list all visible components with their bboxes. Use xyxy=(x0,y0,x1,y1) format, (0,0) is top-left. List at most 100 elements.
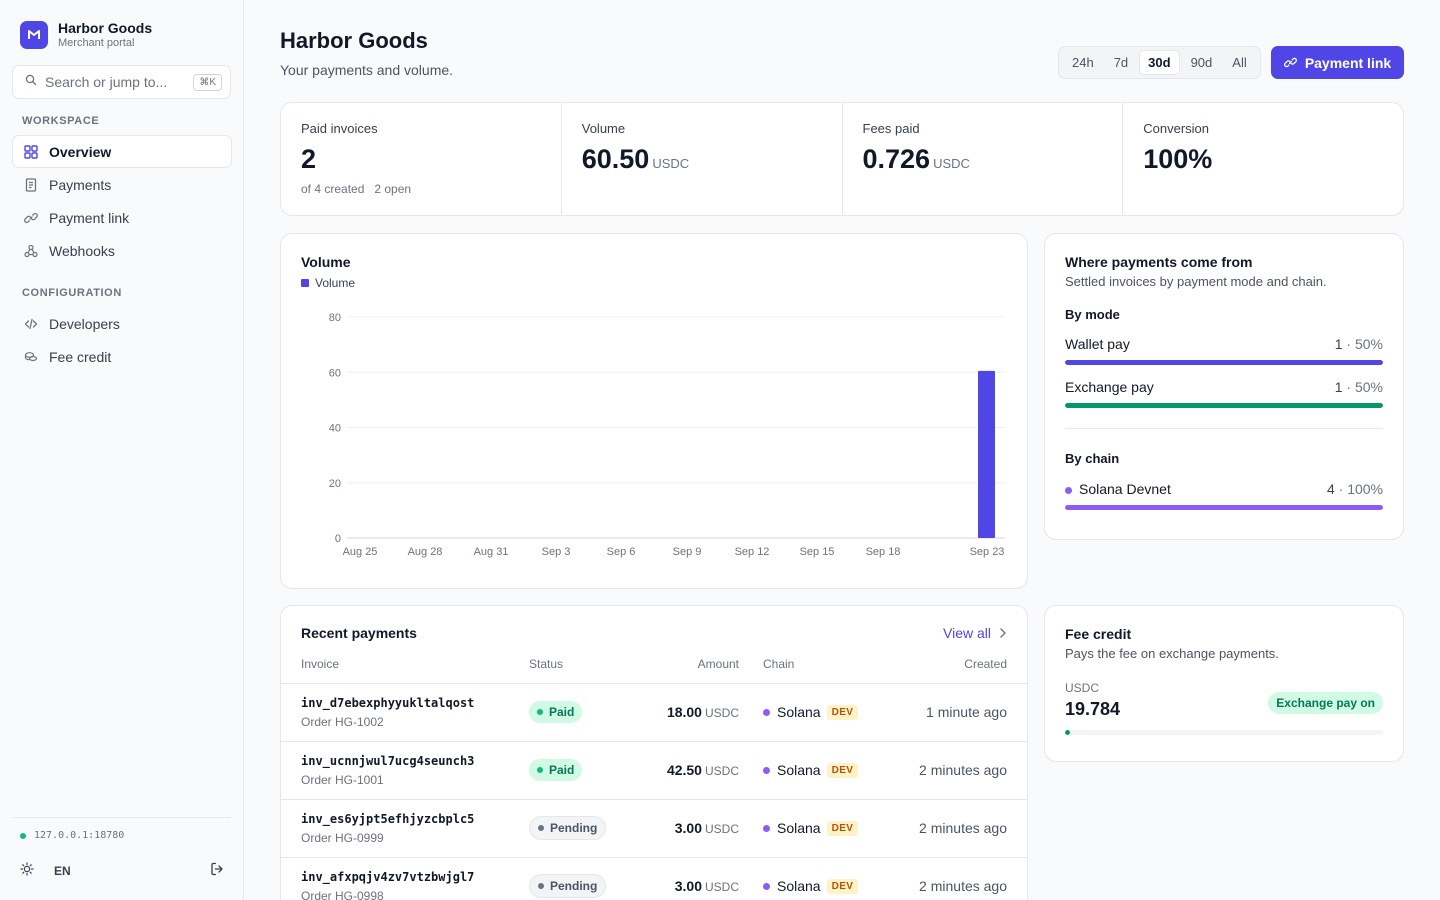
exchange-pay-badge: Exchange pay on xyxy=(1268,692,1383,714)
table-row[interactable]: inv_es6yjpt5efhjyzcbplc5 Order HG-0999 Pe… xyxy=(281,798,1027,857)
stat-fees-paid: Fees paid 0.726 USDC xyxy=(843,103,1124,215)
brand[interactable]: Harbor Goods Merchant portal xyxy=(20,20,152,50)
amount-value: 3.00 xyxy=(674,878,702,895)
mode-bar-track xyxy=(1065,360,1383,365)
sidebar-item-label: Fee credit xyxy=(49,348,112,365)
payments-table: Invoice Status Amount Chain Created inv_… xyxy=(281,655,1027,900)
sidebar-footer: EN xyxy=(20,862,224,879)
payment-link-label: Payment link xyxy=(1304,54,1392,71)
sun-icon[interactable] xyxy=(20,862,34,879)
search-input[interactable] xyxy=(45,74,194,90)
nav-section-workspace: WORKSPACE xyxy=(22,115,100,127)
language-toggle[interactable]: EN xyxy=(54,864,71,878)
y-tick-label: 0 xyxy=(335,533,341,545)
sources-title: Where payments come from xyxy=(1065,254,1253,270)
chart-legend: Volume xyxy=(301,276,1007,290)
mode-bar-fill xyxy=(1065,403,1383,408)
sidebar-item-payment-link[interactable]: Payment link xyxy=(12,201,232,234)
sidebar-item-fee-credit[interactable]: Fee credit xyxy=(12,340,232,373)
stat-volume: Volume 60.50 USDC xyxy=(562,103,843,215)
chain-stat: 4 · 100% xyxy=(1326,481,1383,497)
dev-tag: DEV xyxy=(826,762,859,778)
view-all-label: View all xyxy=(943,625,991,641)
created-time: 1 minute ago xyxy=(879,682,1027,741)
chevron-right-icon xyxy=(1000,628,1006,638)
y-tick-label: 40 xyxy=(329,423,341,435)
invoice-order: Order HG-0999 xyxy=(301,830,384,845)
sources-description: Settled invoices by payment mode and cha… xyxy=(1065,274,1327,289)
chain-name: Solana Devnet xyxy=(1079,481,1171,497)
x-tick-label: Sep 18 xyxy=(866,546,901,558)
chain-name: Solana xyxy=(777,762,821,778)
table-row[interactable]: inv_afxpqjv4zv7vtzbwjgl7 Order HG-0998 Pe… xyxy=(281,856,1027,900)
brand-subtitle: Merchant portal xyxy=(58,37,135,49)
sources-divider xyxy=(1065,428,1383,429)
x-tick-label: Sep 15 xyxy=(800,546,835,558)
link-icon xyxy=(23,210,39,226)
range-7d[interactable]: 7d xyxy=(1105,50,1137,75)
stat-open: 2 open xyxy=(374,182,412,196)
stat-value: 2 xyxy=(301,144,317,174)
stat-unit: USDC xyxy=(933,156,970,171)
stat-value: 60.50 USDC xyxy=(582,142,822,181)
fee-credit-card: Fee credit Pays the fee on exchange paym… xyxy=(1044,605,1404,762)
coins-icon xyxy=(23,349,39,365)
range-24h[interactable]: 24h xyxy=(1063,50,1103,75)
fee-credit-value: 19.784 xyxy=(1065,699,1121,719)
range-30d[interactable]: 30d xyxy=(1139,50,1180,75)
chain-label: Solana Devnet xyxy=(1065,481,1171,497)
stat-unit: USDC xyxy=(652,156,690,171)
invoice-id: inv_d7ebexphyyukltalqost xyxy=(301,695,475,710)
chain-bar-fill xyxy=(1065,505,1383,510)
table-header-row: Invoice Status Amount Chain Created xyxy=(281,655,1027,683)
y-tick-label: 20 xyxy=(329,478,341,490)
chain-pct: 100% xyxy=(1347,481,1383,497)
mode-stat: 1 · 50% xyxy=(1334,336,1383,352)
sidebar: Harbor Goods Merchant portal ⌘K WORKSPAC… xyxy=(0,0,244,900)
mode-pct: 50% xyxy=(1354,336,1383,352)
sidebar-item-developers[interactable]: Developers xyxy=(12,307,232,340)
fee-credit-title: Fee credit xyxy=(1065,626,1132,642)
receipt-icon xyxy=(23,177,39,193)
mode-row-wallet: Wallet pay 1 · 50% xyxy=(1065,336,1383,365)
y-tick-label: 80 xyxy=(329,312,341,324)
created-time: 2 minutes ago xyxy=(879,798,1027,857)
sidebar-item-overview[interactable]: Overview xyxy=(12,135,232,168)
environment-indicator: 127.0.0.1:18780 xyxy=(20,830,124,841)
payment-link-button[interactable]: Payment link xyxy=(1271,46,1404,79)
stat-number: 0.726 xyxy=(862,144,931,174)
mode-bar-track xyxy=(1065,403,1383,408)
x-tick-label: Sep 12 xyxy=(735,546,770,558)
stat-number: 60.50 xyxy=(581,144,650,174)
sidebar-item-payments[interactable]: Payments xyxy=(12,168,232,201)
stat-label: Paid invoices xyxy=(301,121,378,136)
sidebar-item-label: Developers xyxy=(49,315,120,332)
column-header-status: Status xyxy=(529,656,564,671)
fee-credit-unit: USDC xyxy=(1065,681,1100,695)
page-title: Harbor Goods xyxy=(280,28,428,53)
y-tick-label: 60 xyxy=(329,367,341,379)
view-all-link[interactable]: View all xyxy=(943,625,1007,641)
chain-name: Solana xyxy=(777,704,821,720)
table-row[interactable]: inv_ucnnjwul7ucg4seunch3 Order HG-1001 Pa… xyxy=(281,740,1027,799)
chain-count: 4 xyxy=(1326,481,1335,497)
mode-count: 1 xyxy=(1334,336,1343,352)
fee-credit-bar-fill xyxy=(1065,730,1070,735)
link-icon xyxy=(1283,57,1297,68)
mode-pct: 50% xyxy=(1354,379,1383,395)
search-box[interactable]: ⌘K xyxy=(12,65,231,99)
created-time: 2 minutes ago xyxy=(879,856,1027,900)
stat-label: Volume xyxy=(581,121,626,136)
sidebar-item-webhooks[interactable]: Webhooks xyxy=(12,234,232,267)
stat-sub: of 4 created 2 open xyxy=(301,182,541,196)
column-header-amount: Amount xyxy=(697,656,739,671)
logout-icon[interactable] xyxy=(210,862,224,879)
range-all[interactable]: All xyxy=(1223,50,1255,75)
table-row[interactable]: inv_d7ebexphyyukltalqost Order HG-1002 Pa… xyxy=(281,682,1027,741)
mode-label: Wallet pay xyxy=(1065,336,1130,352)
volume-chart-card: 0 20 40 60 80 Aug 25 Aug 28 Aug 31 Sep 3 Sep 6 Sep… xyxy=(280,233,1028,589)
invoice-order: Order HG-1001 xyxy=(301,772,384,787)
time-range-selector: 24h 7d 30d 90d All xyxy=(1058,46,1261,79)
amount-unit: USDC xyxy=(704,822,739,836)
range-90d[interactable]: 90d xyxy=(1182,50,1222,75)
